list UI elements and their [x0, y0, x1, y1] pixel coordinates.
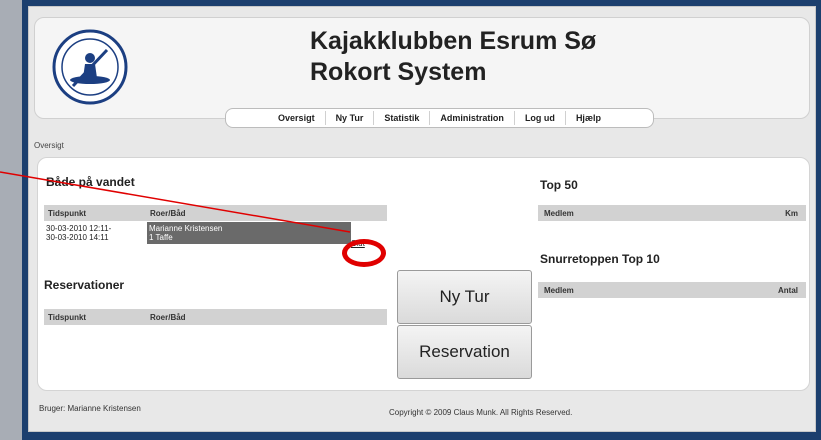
app-title: Kajakklubben Esrum Sø Rokort System [310, 26, 596, 88]
boats-col-rower: Roer/Båd [150, 209, 186, 218]
nav-item-ny-tur[interactable]: Ny Tur [324, 111, 374, 125]
time-end: 30-03-2010 14:11 [46, 233, 109, 242]
rower-name: Marianne Kristensen [149, 224, 223, 233]
nav-item-statistik[interactable]: Statistik [373, 111, 429, 125]
footer-user: Bruger: Marianne Kristensen [39, 404, 141, 413]
header-panel: Kajakklubben Esrum Sø Rokort System [34, 17, 810, 119]
reservations-table-header: Tidspunkt Roer/Båd [44, 309, 387, 325]
snurretoppen-heading: Snurretoppen Top 10 [540, 252, 660, 266]
top50-col-km: Km [785, 209, 798, 218]
reservations-heading: Reservationer [44, 278, 125, 292]
new-trip-button[interactable]: Ny Tur [397, 270, 532, 324]
nav-item-oversigt[interactable]: Oversigt [268, 111, 325, 125]
nav-item-administration[interactable]: Administration [429, 111, 514, 125]
breadcrumb: Oversigt [34, 141, 64, 150]
boats-col-time: Tidspunkt [48, 209, 87, 218]
title-line-1: Kajakklubben Esrum Sø [310, 27, 597, 55]
boats-row-time: 30-03-2010 12:11- 30-03-2010 14:11 [46, 224, 111, 242]
club-logo [52, 29, 128, 105]
reservation-button[interactable]: Reservation [397, 325, 532, 379]
boat-name: 1 Taffe [149, 233, 173, 242]
left-sidebar-strip [0, 0, 22, 440]
top50-heading: Top 50 [540, 178, 578, 192]
annotation-ellipse [342, 239, 386, 267]
nav-item-log-ud[interactable]: Log ud [513, 111, 565, 125]
boats-on-water-heading: Både på vandet [46, 175, 135, 189]
boats-table-header: Tidspunkt Roer/Båd [44, 205, 387, 221]
boats-row-rower-cell: Marianne Kristensen 1 Taffe [147, 222, 351, 244]
page-container: Kajakklubben Esrum Sø Rokort System Over… [28, 6, 816, 432]
main-navigation: Oversigt Ny Tur Statistik Administration… [225, 108, 654, 128]
nav-item-hjaelp[interactable]: Hjælp [564, 111, 611, 125]
footer-copyright: Copyright © 2009 Claus Munk. All Rights … [389, 408, 573, 417]
time-start: 30-03-2010 12:11- [46, 224, 112, 233]
top50-col-member: Medlem [544, 209, 574, 218]
snurretoppen-col-count: Antal [778, 286, 798, 295]
snurretoppen-col-member: Medlem [544, 286, 574, 295]
title-line-2: Rokort System [310, 58, 487, 86]
reservations-col-time: Tidspunkt [48, 313, 87, 322]
reservations-col-rower: Roer/Båd [150, 313, 186, 322]
snurretoppen-table-header: Medlem Antal [538, 282, 806, 298]
top50-table-header: Medlem Km [538, 205, 806, 221]
